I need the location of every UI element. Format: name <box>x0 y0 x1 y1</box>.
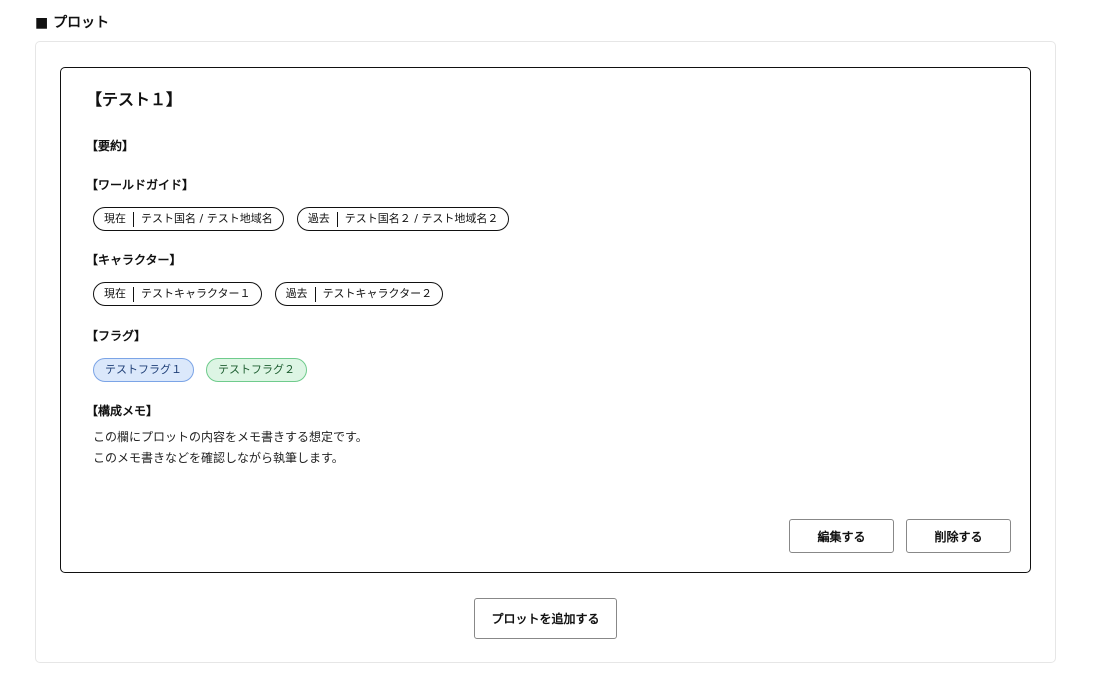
characters-heading: 【キャラクター】 <box>86 253 182 267</box>
world-guide-chips: 現在 テスト国名 / テスト地域名 過去 テスト国名２ / テスト地域名２ <box>93 207 510 231</box>
delete-button[interactable]: 削除する <box>906 519 1011 553</box>
flags-heading: 【フラグ】 <box>86 329 147 343</box>
flag-chips: テストフラグ１ テストフラグ２ <box>93 358 307 382</box>
memo-heading: 【構成メモ】 <box>86 404 159 418</box>
chip-divider <box>336 211 338 227</box>
memo-line: この欄にプロットの内容をメモ書きする想定です。 <box>93 430 368 444</box>
chip-label: テストキャラクター２ <box>322 287 433 300</box>
chip-label: テスト国名２ / テスト地域名２ <box>344 212 499 225</box>
chip-tag: 過去 <box>307 212 330 225</box>
add-plot-button[interactable]: プロットを追加する <box>474 598 617 639</box>
flag-chip[interactable]: テストフラグ２ <box>206 358 307 382</box>
flag-chip[interactable]: テストフラグ１ <box>93 358 194 382</box>
world-guide-heading: 【ワールドガイド】 <box>86 178 195 192</box>
chip-divider <box>133 286 134 302</box>
world-guide-chip[interactable]: 過去 テスト国名２ / テスト地域名２ <box>296 207 510 231</box>
memo-line: このメモ書きなどを確認しながら執筆します。 <box>93 451 344 465</box>
summary-heading: 【要約】 <box>86 139 135 153</box>
character-chip[interactable]: 過去 テストキャラクター２ <box>274 282 444 306</box>
chip-tag: 過去 <box>285 287 308 300</box>
plot-card: 【テスト１】 【要約】 【ワールドガイド】 現在 テスト国名 / テスト地域名 … <box>60 67 1031 573</box>
chip-label: テストキャラクター１ <box>141 287 251 300</box>
section-title: ■ プロット <box>35 15 110 31</box>
chip-tag: 現在 <box>104 287 126 300</box>
chip-divider <box>133 211 134 227</box>
chip-divider <box>314 286 316 302</box>
edit-button[interactable]: 編集する <box>789 519 894 553</box>
chip-tag: 現在 <box>104 212 126 225</box>
character-chip[interactable]: 現在 テストキャラクター１ <box>93 282 262 306</box>
character-chips: 現在 テストキャラクター１ 過去 テストキャラクター２ <box>93 282 444 306</box>
chip-label: テスト国名 / テスト地域名 <box>141 212 273 225</box>
plot-title: 【テスト１】 <box>86 90 183 109</box>
world-guide-chip[interactable]: 現在 テスト国名 / テスト地域名 <box>93 207 284 231</box>
